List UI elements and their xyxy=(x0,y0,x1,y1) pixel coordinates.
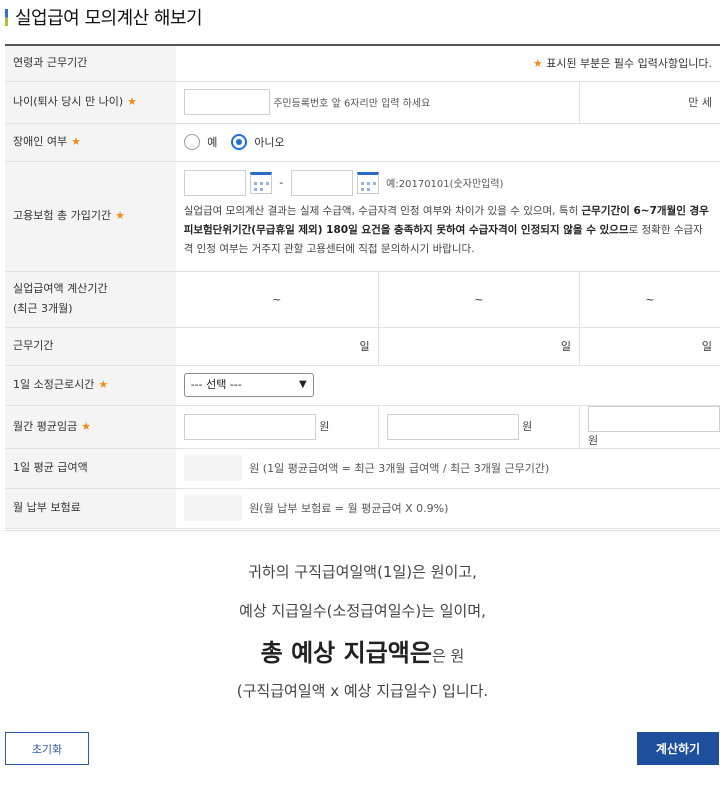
period-month-1: ~ xyxy=(175,271,379,328)
calculator-form: 연령과 근무기간 ★ 표시된 부분은 필수 입력사항입니다. 나이(퇴사 당시 … xyxy=(5,44,720,529)
disabled-yes-radio[interactable] xyxy=(183,134,200,150)
won-unit: 원 xyxy=(588,433,599,447)
won-unit: 원 xyxy=(522,419,533,433)
calculate-button[interactable]: 계산하기 xyxy=(637,732,719,765)
days-unit: 일 xyxy=(359,340,370,353)
calc-period-label: 실업급여액 계산기간 (최근 3개월) xyxy=(5,271,176,328)
disabled-no-label: 아니오 xyxy=(254,136,285,149)
disabled-row: 장애인 여부 ★ 예 아니오 xyxy=(5,123,720,162)
calc-period-label-line1: 실업급여액 계산기간 xyxy=(13,282,108,295)
work-days-3: 일 xyxy=(579,327,720,366)
daily-avg-label: 1일 평균 급여액 xyxy=(5,448,176,489)
required-star-icon: ★ xyxy=(127,95,138,108)
premium-cell: 원(월 납부 보험료 = 월 평균급여 X 0.9%) xyxy=(175,488,720,529)
premium-value xyxy=(183,495,242,521)
result-panel: 귀하의 구직급여일액(1일)은 원이고, 예상 지급일수(소정급여일수)는 일이… xyxy=(5,530,720,701)
insurance-date-range: - 예:20170101(숫자만입력) xyxy=(183,169,712,196)
daily-avg-value xyxy=(183,455,242,481)
daily-hours-cell: --- 선택 --- ▼ xyxy=(175,365,720,406)
insurance-cell: - 예:20170101(숫자만입력) 실업급여 모의계산 결과는 실제 수급액… xyxy=(175,161,720,272)
premium-formula: 원(월 납부 보험료 = 월 평균급여 X 0.9%) xyxy=(249,502,449,515)
page-title: 실업급여 모의계산 해보기 xyxy=(5,5,203,29)
result-line-1: 귀하의 구직급여일액(1일)은 원이고, xyxy=(248,563,477,581)
monthly-wage-3-input[interactable] xyxy=(588,405,720,432)
daily-hours-selected: --- 선택 --- xyxy=(190,378,242,391)
form-header-row: 연령과 근무기간 ★ 표시된 부분은 필수 입력사항입니다. xyxy=(5,45,720,82)
form-header-label: 연령과 근무기간 xyxy=(5,45,176,82)
disabled-label-text: 장애인 여부 xyxy=(13,135,68,148)
age-label: 나이(퇴사 당시 만 나이) ★ xyxy=(5,81,176,124)
required-note-text: 표시된 부분은 필수 입력사항입니다. xyxy=(546,57,712,71)
date-example-hint: 예:20170101(숫자만입력) xyxy=(386,179,504,190)
monthly-wage-label: 월간 평균임금 ★ xyxy=(5,405,176,449)
premium-row: 월 납부 보험료 원(월 납부 보험료 = 월 평균급여 X 0.9%) xyxy=(5,488,720,529)
chevron-down-icon: ▼ xyxy=(298,379,307,390)
required-star-icon: ★ xyxy=(98,378,109,391)
disabled-yes-label: 예 xyxy=(207,136,218,149)
note-text-1: 실업급여 모의계산 결과는 실제 수급액, 수급자격 인정 여부와 차이가 있을… xyxy=(183,204,582,217)
total-amount-value: 은 원 xyxy=(431,647,465,665)
date-separator: - xyxy=(279,176,284,189)
period-month-3: ~ xyxy=(579,271,720,328)
daily-hours-label-text: 1일 소정근로시간 xyxy=(13,378,95,391)
won-unit: 원 xyxy=(319,419,330,433)
work-days-1: 일 xyxy=(175,327,379,366)
monthly-wage-1-input[interactable] xyxy=(183,413,316,440)
required-note: ★ 표시된 부분은 필수 입력사항입니다. xyxy=(175,45,720,82)
days-unit: 일 xyxy=(560,340,571,353)
monthly-wage-row: 월간 평균임금 ★ 원 원 원 xyxy=(5,405,720,449)
monthly-wage-2-input[interactable] xyxy=(386,413,519,440)
daily-avg-row: 1일 평균 급여액 원 (1일 평균급여액 = 최근 3개월 급여액 / 최근 … xyxy=(5,448,720,489)
required-star-icon: ★ xyxy=(532,57,543,71)
disabled-options: 예 아니오 xyxy=(175,123,720,162)
insurance-label: 고용보험 총 가입기간 ★ xyxy=(5,161,176,272)
period-month-2: ~ xyxy=(377,271,580,328)
result-line-3: 총 예상 지급액은은 원 xyxy=(5,633,720,668)
insurance-start-date-input[interactable] xyxy=(183,169,246,196)
disabled-no-radio[interactable] xyxy=(230,134,247,150)
page-title-text: 실업급여 모의계산 해보기 xyxy=(15,8,203,29)
result-line-2: 예상 지급일수(소정급여일수)는 일이며, xyxy=(239,602,486,620)
disabled-label: 장애인 여부 ★ xyxy=(5,123,176,162)
period-tilde: ~ xyxy=(474,292,484,306)
work-days-row: 근무기간 일 일 일 xyxy=(5,327,720,366)
premium-label: 월 납부 보험료 xyxy=(5,488,176,529)
age-cell: 주민등록번호 앞 6자리만 입력 하세요 xyxy=(175,81,580,124)
work-days-label: 근무기간 xyxy=(5,327,176,366)
calc-period-label-line2: (최근 3개월) xyxy=(13,302,73,315)
reset-button[interactable]: 초기화 xyxy=(5,732,89,765)
period-tilde: ~ xyxy=(272,292,282,306)
daily-avg-formula: 원 (1일 평균급여액 = 최근 3개월 급여액 / 최근 3개월 근무기간) xyxy=(249,462,550,475)
required-star-icon: ★ xyxy=(81,419,92,433)
days-unit: 일 xyxy=(701,340,712,353)
total-amount-heading: 총 예상 지급액은 xyxy=(260,639,432,667)
end-calendar-icon[interactable] xyxy=(356,171,379,194)
monthly-wage-1-cell: 원 xyxy=(175,405,379,449)
required-star-icon: ★ xyxy=(71,135,81,148)
work-days-2: 일 xyxy=(377,327,580,366)
daily-avg-cell: 원 (1일 평균급여액 = 최근 3개월 급여액 / 최근 3개월 근무기간) xyxy=(175,448,720,489)
start-calendar-icon[interactable] xyxy=(249,171,272,194)
calc-period-row: 실업급여액 계산기간 (최근 3개월) ~ ~ ~ xyxy=(5,271,720,328)
result-line-4: (구직급여일액 x 예상 지급일수) 입니다. xyxy=(236,682,489,700)
age-input[interactable] xyxy=(183,89,270,115)
daily-hours-select[interactable]: --- 선택 --- ▼ xyxy=(183,373,314,397)
required-star-icon: ★ xyxy=(115,209,125,222)
title-accent-bar xyxy=(5,8,8,26)
daily-hours-row: 1일 소정근로시간 ★ --- 선택 --- ▼ xyxy=(5,365,720,406)
insurance-label-text: 고용보험 총 가입기간 xyxy=(13,209,112,222)
age-unit: 만 세 xyxy=(688,96,712,109)
insurance-row: 고용보험 총 가입기간 ★ - 예:20170101(숫자만입력) 실업급여 모의… xyxy=(5,161,720,272)
daily-hours-label: 1일 소정근로시간 ★ xyxy=(5,365,176,406)
insurance-note: 실업급여 모의계산 결과는 실제 수급액, 수급자격 인정 여부와 차이가 있을… xyxy=(184,196,712,265)
age-unit-cell: 만 세 xyxy=(579,81,720,124)
monthly-wage-3-cell: 원 xyxy=(579,405,720,449)
period-tilde: ~ xyxy=(645,292,655,306)
age-row: 나이(퇴사 당시 만 나이) ★ 주민등록번호 앞 6자리만 입력 하세요 만 세 xyxy=(5,81,720,124)
age-label-text: 나이(퇴사 당시 만 나이) xyxy=(13,95,124,108)
monthly-wage-label-text: 월간 평균임금 xyxy=(13,419,78,433)
monthly-wage-2-cell: 원 xyxy=(377,405,580,449)
insurance-end-date-input[interactable] xyxy=(290,169,353,196)
age-hint: 주민등록번호 앞 6자리만 입력 하세요 xyxy=(273,98,431,110)
